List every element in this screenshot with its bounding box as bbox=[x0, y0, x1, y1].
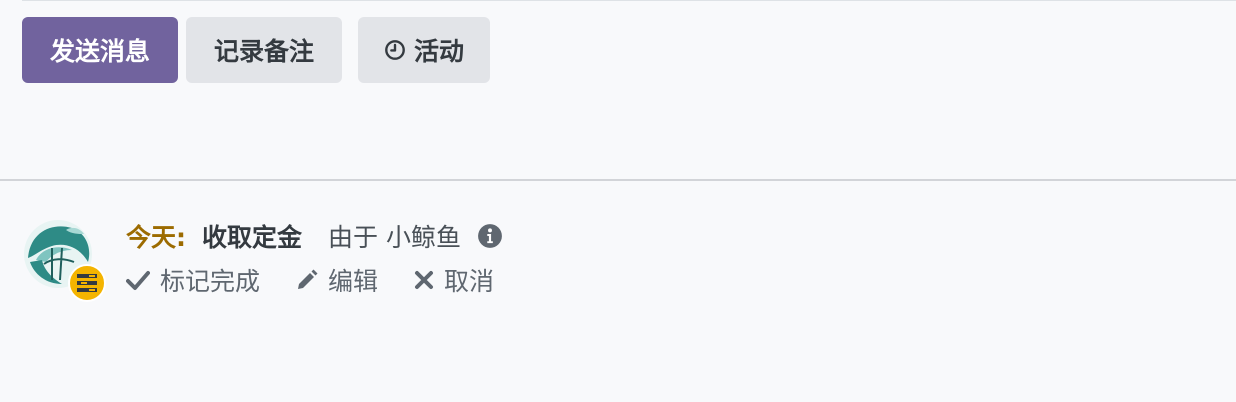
clock-icon bbox=[385, 40, 405, 60]
send-message-button[interactable]: 发送消息 bbox=[22, 17, 178, 83]
mark-done-button[interactable]: 标记完成 bbox=[126, 262, 260, 298]
tasks-icon bbox=[77, 274, 97, 292]
activity-item: 今天: 收取定金 由于 小鲸鱼 标记完成 编辑 取消 bbox=[22, 218, 530, 302]
due-date-label: 今天: bbox=[126, 223, 186, 252]
edit-button[interactable]: 编辑 bbox=[296, 262, 378, 298]
avatar[interactable] bbox=[22, 218, 106, 302]
top-border bbox=[22, 0, 1236, 1]
info-circle-icon[interactable] bbox=[477, 223, 503, 249]
activity-summary: 收取定金 bbox=[202, 223, 303, 252]
check-icon bbox=[126, 271, 150, 290]
section-divider bbox=[0, 179, 1236, 181]
chatter-toolbar: 发送消息 记录备注 活动 bbox=[22, 17, 490, 83]
edit-label: 编辑 bbox=[328, 267, 379, 296]
log-note-button[interactable]: 记录备注 bbox=[186, 17, 342, 83]
mark-done-label: 标记完成 bbox=[160, 267, 261, 296]
activity-button[interactable]: 活动 bbox=[358, 17, 490, 83]
activity-label: 活动 bbox=[413, 37, 464, 66]
activity-actions: 标记完成 编辑 取消 bbox=[126, 262, 530, 298]
activity-body: 今天: 收取定金 由于 小鲸鱼 标记完成 编辑 取消 bbox=[126, 218, 530, 302]
send-message-label: 发送消息 bbox=[49, 37, 150, 66]
activity-type-badge bbox=[68, 264, 106, 302]
assigned-by: 由于 小鲸鱼 bbox=[328, 223, 461, 252]
times-icon bbox=[415, 271, 434, 289]
cancel-button[interactable]: 取消 bbox=[414, 262, 494, 298]
pencil-icon bbox=[298, 269, 318, 289]
cancel-label: 取消 bbox=[444, 267, 495, 296]
log-note-label: 记录备注 bbox=[213, 37, 314, 66]
activity-header: 今天: 收取定金 由于 小鲸鱼 bbox=[126, 218, 530, 254]
